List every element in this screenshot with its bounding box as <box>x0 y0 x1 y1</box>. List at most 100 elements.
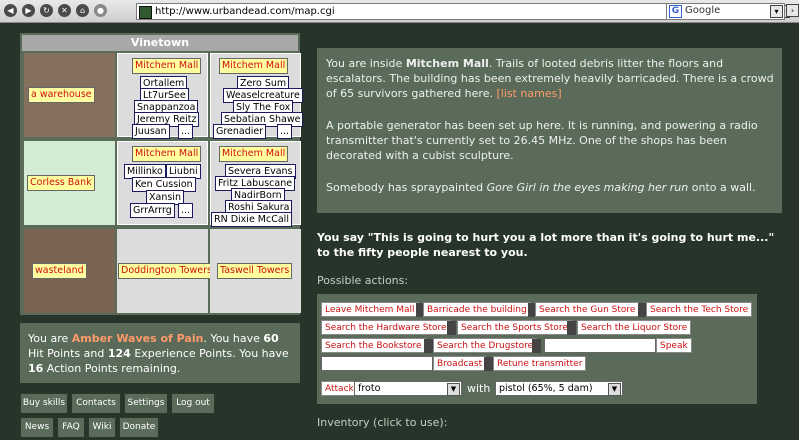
reload-icon[interactable]: ↻ <box>40 4 53 17</box>
status-text-part: . You have <box>203 332 264 345</box>
cell-label[interactable]: wasteland <box>32 263 87 279</box>
forward-icon[interactable]: ▶ <box>22 4 35 17</box>
say-message: You say "This is going to hurt you a lot… <box>317 231 775 259</box>
hit-points-value: 60 <box>263 332 279 345</box>
back-icon[interactable]: ◀ <box>4 4 17 17</box>
leave-building-button[interactable]: Leave Mitchem Mall <box>321 302 419 317</box>
map-cell-warehouse[interactable]: a warehouse <box>24 53 115 137</box>
speak-input[interactable] <box>544 338 656 353</box>
retune-transmitter-button[interactable]: Retune transmitter <box>493 356 587 371</box>
status-text-part: Experience Points. You have <box>130 347 289 360</box>
cell-label[interactable]: Taswell Towers <box>217 263 293 279</box>
search-tech-store-button[interactable]: Search the Tech Store <box>646 302 753 317</box>
search-dropdown-icon[interactable]: ▾ <box>770 5 783 18</box>
list-names-link[interactable]: [list names] <box>496 87 561 100</box>
map-cell-wasteland[interactable]: wasteland <box>24 229 115 313</box>
search-input[interactable]: Google <box>685 5 720 16</box>
map-cell-mall-1[interactable]: Mitchem Mall Ortallem Lt7urSee Snappanzo… <box>117 53 208 139</box>
separator <box>447 321 456 335</box>
url-bar[interactable]: http://www.urbandead.com/map.cgi ? ▾ <box>136 3 790 20</box>
map-cell-corless-bank[interactable]: Corless Bank <box>24 141 115 225</box>
map-cell-mall-3[interactable]: Mitchem Mall Millinko Liubni Ken Cussion… <box>117 141 208 225</box>
survivor-button[interactable]: RN Dixie McCall <box>211 212 292 227</box>
cell-label[interactable]: Doddington Towers <box>118 263 215 279</box>
separator <box>424 339 433 353</box>
more-survivors-button[interactable]: ... <box>178 124 194 139</box>
more-survivors-button[interactable]: ... <box>178 203 194 218</box>
attack-target-value: froto <box>358 383 381 394</box>
site-favicon-icon <box>139 6 152 19</box>
search-bar[interactable]: G Google ▾ <box>666 3 785 20</box>
with-label: with <box>467 382 491 395</box>
broadcast-input[interactable] <box>321 356 433 371</box>
description-paragraph: You are inside Mitchem Mall. Trails of l… <box>326 56 776 101</box>
map-cell-mall-4[interactable]: Mitchem Mall Severa Evans Fritz Labuscan… <box>210 141 301 227</box>
settings-link[interactable]: Settings <box>124 393 168 414</box>
survivor-button[interactable]: Juusan <box>132 124 170 139</box>
status-text: You are Amber Waves of Pain. You have 60… <box>28 331 296 376</box>
search-sports-store-button[interactable]: Search the Sports Store <box>457 320 572 335</box>
stop-icon[interactable]: ✕ <box>58 4 71 17</box>
separator <box>532 339 541 353</box>
history-icon[interactable]: ● <box>94 4 107 17</box>
search-liquor-store-button[interactable]: Search the Liquor Store <box>577 320 692 335</box>
chevron-down-icon: ▼ <box>447 383 460 396</box>
google-icon: G <box>669 5 682 18</box>
weapon-select[interactable]: pistol (65%, 5 dam) ▼ <box>495 381 623 396</box>
location-name: Mitchem Mall <box>405 57 489 70</box>
browser-toolbar: ◀ ▶ ↻ ✕ ⌂ ● http://www.urbandead.com/map… <box>0 0 799 23</box>
survivor-button[interactable]: GrrArrrg <box>130 203 175 218</box>
survivor-button[interactable]: Grenadier <box>213 124 267 139</box>
search-gun-store-button[interactable]: Search the Gun Store <box>535 302 640 317</box>
more-survivors-button[interactable]: ... <box>277 124 293 139</box>
status-text-part: Action Points remaining. <box>43 362 181 375</box>
map-title: Vinetown <box>22 35 298 51</box>
description-text: You are inside <box>326 57 406 70</box>
logout-link[interactable]: Log out <box>171 393 215 414</box>
description-text: onto a wall. <box>688 181 756 194</box>
map-cell-doddington-towers[interactable]: Doddington Towers <box>117 229 215 313</box>
donate-link[interactable]: Donate <box>119 417 159 438</box>
description-paragraph: A portable generator has been set up her… <box>326 119 758 162</box>
status-text-part: You are <box>28 332 72 345</box>
cell-label[interactable]: Mitchem Mall <box>219 58 289 74</box>
speak-button[interactable]: Speak <box>656 338 692 353</box>
search-go-icon[interactable]: › <box>786 4 799 17</box>
map-cell-taswell-towers[interactable]: Taswell Towers <box>210 229 301 313</box>
wiki-link[interactable]: Wiki <box>88 417 116 438</box>
character-name[interactable]: Amber Waves of Pain <box>72 332 204 345</box>
home-icon[interactable]: ⌂ <box>76 4 89 17</box>
graffiti-text: Gore Girl in the eyes making her run <box>486 181 689 194</box>
url-text: http://www.urbandead.com/map.cgi <box>155 6 335 17</box>
cell-label[interactable]: Mitchem Mall <box>132 146 202 162</box>
location-description: You are inside Mitchem Mall. Trails of l… <box>317 48 782 213</box>
weapon-value: pistol (65%, 5 dam) <box>499 383 593 394</box>
status-text-part: Hit Points and <box>28 347 108 360</box>
possible-actions-label: Possible actions: <box>317 274 409 287</box>
barricade-button[interactable]: Barricade the building <box>423 302 531 317</box>
cell-label[interactable]: Corless Bank <box>27 175 95 191</box>
attack-button[interactable]: Attack <box>321 381 358 396</box>
chevron-down-icon: ▼ <box>608 383 621 396</box>
faq-link[interactable]: FAQ <box>57 417 85 438</box>
buy-skills-link[interactable]: Buy skills <box>20 393 68 414</box>
character-status: You are Amber Waves of Pain. You have 60… <box>20 323 300 383</box>
cell-label[interactable]: a warehouse <box>28 87 95 103</box>
news-link[interactable]: News <box>20 417 54 438</box>
actions-panel: Leave Mitchem Mall Barricade the buildin… <box>317 294 757 404</box>
cell-label[interactable]: Mitchem Mall <box>219 146 289 162</box>
search-drugstore-button[interactable]: Search the Drugstore <box>433 338 538 353</box>
map-cell-mall-2[interactable]: Mitchem Mall Zero Sum Weaselcreature Sly… <box>210 53 304 139</box>
experience-points-value: 124 <box>107 347 131 360</box>
cell-label[interactable]: Mitchem Mall <box>132 58 202 74</box>
graffiti-paragraph: Somebody has spraypainted Gore Girl in t… <box>326 180 776 195</box>
description-text: Somebody has spraypainted <box>326 181 487 194</box>
attack-target-select[interactable]: froto ▼ <box>354 381 462 396</box>
separator <box>567 321 576 335</box>
separator <box>484 357 493 371</box>
contacts-link[interactable]: Contacts <box>71 393 121 414</box>
search-bookstore-button[interactable]: Search the Bookstore <box>321 338 426 353</box>
search-hardware-store-button[interactable]: Search the Hardware Store <box>321 320 451 335</box>
broadcast-button[interactable]: Broadcast <box>433 356 487 371</box>
action-points-value: 16 <box>28 362 44 375</box>
